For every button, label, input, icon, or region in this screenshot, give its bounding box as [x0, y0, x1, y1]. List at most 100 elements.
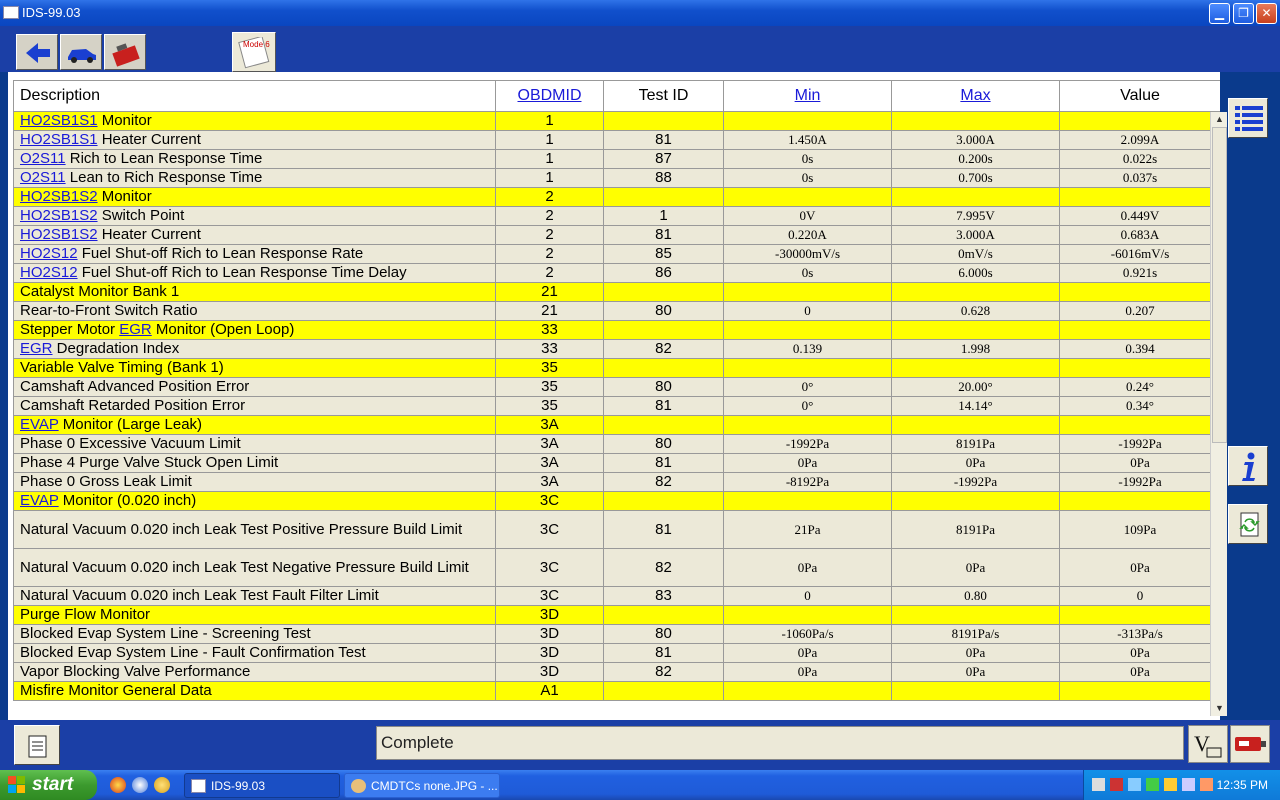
cell-min [723, 187, 892, 207]
acronym-link[interactable]: EGR [20, 340, 53, 357]
table-group-row[interactable]: Purge Flow Monitor 3D [13, 605, 1220, 625]
power-icon[interactable] [1164, 778, 1177, 791]
table-row[interactable]: HO2S12 Fuel Shut-off Rich to Lean Respon… [13, 263, 1220, 283]
list-view-button[interactable] [1228, 98, 1268, 138]
acronym-link[interactable]: HO2SB1S2 [20, 207, 98, 224]
table-row[interactable]: Camshaft Retarded Position Error 35 81 0° 14… [13, 396, 1220, 416]
display-icon[interactable] [1182, 778, 1195, 791]
scroll-thumb[interactable] [1212, 127, 1227, 443]
acronym-link[interactable]: EVAP [20, 416, 59, 433]
table-row[interactable]: O2S11 Lean to Rich Response Time 1 88 0s 0.7… [13, 168, 1220, 188]
acronym-link[interactable]: EVAP [20, 492, 59, 509]
cell-test-id: 82 [603, 548, 724, 587]
acronym-link[interactable]: HO2SB1S1 [20, 131, 98, 148]
column-header-obdmid[interactable]: OBDMID [495, 80, 604, 112]
mode6-button[interactable]: Mode 6 [232, 32, 276, 72]
cell-max [891, 415, 1060, 435]
cell-obdmid: 3C [495, 510, 604, 549]
table-row[interactable]: HO2SB1S2 Heater Current 2 81 0.220A 3.000A 0.… [13, 225, 1220, 245]
table-group-row[interactable]: EVAP Monitor (Large Leak) 3A [13, 415, 1220, 435]
table-group-row[interactable]: HO2SB1S2 Monitor 2 [13, 187, 1220, 207]
table-group-row[interactable]: EVAP Monitor (0.020 inch) 3C [13, 491, 1220, 511]
cell-test-id [603, 111, 724, 131]
task-image-viewer[interactable]: CMDTCs none.JPG - ... [344, 773, 500, 798]
column-header-test-id[interactable]: Test ID [603, 80, 724, 112]
cell-min [723, 320, 892, 340]
acronym-link[interactable]: HO2S12 [20, 245, 78, 262]
toolbox-button[interactable] [104, 34, 146, 70]
table-row[interactable]: Rear-to-Front Switch Ratio 21 80 0 0.628 0.20… [13, 301, 1220, 321]
table-group-row[interactable]: Misfire Monitor General Data A1 [13, 681, 1220, 701]
table-group-row[interactable]: Catalyst Monitor Bank 1 21 [13, 282, 1220, 302]
cell-max [891, 320, 1060, 340]
ie-quicklaunch-icon[interactable] [132, 777, 148, 793]
table-group-row[interactable]: Variable Valve Timing (Bank 1) 35 [13, 358, 1220, 378]
network-icon[interactable] [1128, 778, 1141, 791]
table-row[interactable]: Phase 0 Gross Leak Limit 3A 82 -8192Pa -1992… [13, 472, 1220, 492]
back-button[interactable] [16, 34, 58, 70]
table-row[interactable]: Natural Vacuum 0.020 inch Leak Test Faul… [13, 586, 1220, 606]
scroll-down-arrow[interactable]: ▼ [1211, 701, 1228, 716]
chrome-quicklaunch-icon[interactable] [110, 777, 126, 793]
acronym-link[interactable]: EGR [119, 321, 152, 338]
close-button[interactable]: ✕ [1256, 3, 1277, 24]
table-row[interactable]: Phase 4 Purge Valve Stuck Open Limit 3A 81… [13, 453, 1220, 473]
refresh-button[interactable] [1228, 504, 1268, 544]
description-text: Misfire Monitor General Data [20, 682, 212, 699]
cell-min: -30000mV/s [723, 244, 892, 264]
signal-icon[interactable] [1092, 778, 1105, 791]
column-header-value[interactable]: Value [1059, 80, 1220, 112]
table-row[interactable]: Camshaft Advanced Position Error 35 80 0° 20… [13, 377, 1220, 397]
vertical-scrollbar[interactable]: ▲ ▼ [1210, 112, 1227, 716]
acronym-link[interactable]: O2S11 [20, 150, 66, 167]
mode6-table-container: Description OBDMID Test ID Min Max Value… [13, 80, 1220, 720]
table-row[interactable]: HO2S12 Fuel Shut-off Rich to Lean Respon… [13, 244, 1220, 264]
info-button[interactable] [1228, 446, 1268, 486]
cell-value: -1992Pa [1059, 472, 1220, 492]
acronym-link[interactable]: HO2SB1S2 [20, 188, 98, 205]
cell-obdmid: 3D [495, 643, 604, 663]
media-quicklaunch-icon[interactable] [154, 777, 170, 793]
cell-test-id: 87 [603, 149, 724, 169]
table-group-row[interactable]: Stepper Motor EGR Monitor (Open Loop) 33 [13, 320, 1220, 340]
cell-value: 2.099A [1059, 130, 1220, 150]
table-row[interactable]: EGR Degradation Index 33 82 0.139 1.998 0.394 [13, 339, 1220, 359]
table-group-row[interactable]: HO2SB1S1 Monitor 1 [13, 111, 1220, 131]
scroll-up-arrow[interactable]: ▲ [1211, 112, 1228, 127]
table-row[interactable]: Natural Vacuum 0.020 inch Leak Test Posi… [13, 510, 1220, 549]
table-row[interactable]: Blocked Evap System Line - Fault Confirm… [13, 643, 1220, 663]
table-row[interactable]: HO2SB1S1 Heater Current 1 81 1.450A 3.000A 2.… [13, 130, 1220, 150]
table-row[interactable]: Blocked Evap System Line - Screening Tes… [13, 624, 1220, 644]
list-icon [1235, 106, 1263, 131]
table-row[interactable]: O2S11 Rich to Lean Response Time 1 87 0s 0.2… [13, 149, 1220, 169]
minimize-button[interactable]: ▁ [1209, 3, 1230, 24]
volume-icon[interactable] [1200, 778, 1213, 791]
cell-value: 0.394 [1059, 339, 1220, 359]
security-icon[interactable] [1146, 778, 1159, 791]
tray-app-icon[interactable] [1110, 778, 1123, 791]
vehicle-button[interactable] [60, 34, 102, 70]
acronym-link[interactable]: O2S11 [20, 169, 66, 186]
table-row[interactable]: HO2SB1S2 Switch Point 2 1 0V 7.995V 0.449V [13, 206, 1220, 226]
column-header-max[interactable]: Max [891, 80, 1060, 112]
description-text: Phase 0 Gross Leak Limit [20, 473, 192, 490]
battery-voltage-indicator[interactable]: V [1188, 725, 1228, 763]
table-row[interactable]: Vapor Blocking Valve Performance 3D 82 0Pa 0… [13, 662, 1220, 682]
acronym-link[interactable]: HO2SB1S1 [20, 112, 98, 129]
acronym-link[interactable]: HO2S12 [20, 264, 78, 281]
task-ids-label: IDS-99.03 [211, 779, 266, 793]
table-row[interactable]: Natural Vacuum 0.020 inch Leak Test Nega… [13, 548, 1220, 587]
refresh-document-icon [1239, 512, 1260, 537]
column-header-description[interactable]: Description [13, 80, 496, 112]
cell-test-id: 81 [603, 396, 724, 416]
start-button[interactable]: start [0, 770, 97, 800]
svg-text:V: V [1194, 731, 1210, 756]
table-row[interactable]: Phase 0 Excessive Vacuum Limit 3A 80 -1992P… [13, 434, 1220, 454]
column-header-min[interactable]: Min [723, 80, 892, 112]
acronym-link[interactable]: HO2SB1S2 [20, 226, 98, 243]
back-arrow-icon [26, 43, 50, 63]
vci-connection-indicator[interactable] [1230, 725, 1270, 763]
maximize-button[interactable]: ❐ [1233, 3, 1254, 24]
notes-button[interactable] [14, 725, 60, 765]
task-ids[interactable]: IDS-99.03 [184, 773, 340, 798]
